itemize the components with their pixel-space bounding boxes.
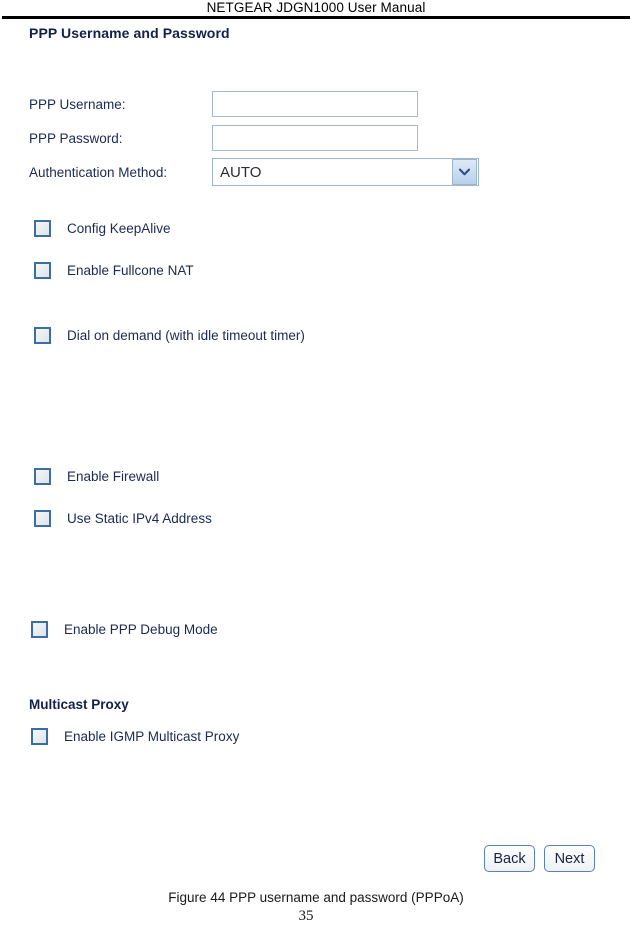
config-keepalive-checkbox[interactable] bbox=[34, 220, 51, 237]
multicast-proxy-group-title: Multicast Proxy bbox=[29, 697, 129, 712]
checkbox-row-config-keepalive[interactable]: Config KeepAlive bbox=[34, 220, 171, 237]
checkbox-row-enable-fullcone-nat[interactable]: Enable Fullcone NAT bbox=[34, 262, 194, 279]
back-button[interactable]: Back bbox=[484, 845, 535, 872]
ppp-password-label: PPP Password: bbox=[29, 130, 123, 146]
enable-fullcone-nat-checkbox[interactable] bbox=[34, 262, 51, 279]
chevron-down-icon[interactable] bbox=[452, 159, 477, 185]
checkbox-row-enable-firewall[interactable]: Enable Firewall bbox=[34, 468, 159, 485]
ppp-username-input[interactable] bbox=[212, 91, 418, 117]
ppp-username-label: PPP Username: bbox=[29, 96, 126, 112]
enable-igmp-multicast-proxy-checkbox[interactable] bbox=[31, 728, 48, 745]
checkbox-row-dial-on-demand[interactable]: Dial on demand (with idle timeout timer) bbox=[34, 327, 305, 344]
dial-on-demand-label: Dial on demand (with idle timeout timer) bbox=[67, 328, 305, 343]
figure-caption: Figure 44 PPP username and password (PPP… bbox=[168, 890, 464, 905]
use-static-ipv4-checkbox[interactable] bbox=[34, 510, 51, 527]
enable-fullcone-nat-label: Enable Fullcone NAT bbox=[67, 263, 194, 278]
next-button[interactable]: Next bbox=[544, 845, 595, 872]
ppp-password-input[interactable] bbox=[212, 125, 418, 151]
enable-firewall-label: Enable Firewall bbox=[67, 469, 160, 484]
router-config-screenshot: PPP Username and Password PPP Username: … bbox=[0, 0, 632, 885]
enable-ppp-debug-checkbox[interactable] bbox=[31, 621, 48, 638]
checkbox-row-enable-ppp-debug[interactable]: Enable PPP Debug Mode bbox=[31, 621, 218, 638]
config-keepalive-label: Config KeepAlive bbox=[67, 221, 171, 236]
page-title: PPP Username and Password bbox=[29, 25, 230, 41]
checkbox-row-use-static-ipv4[interactable]: Use Static IPv4 Address bbox=[34, 510, 212, 527]
field-row-auth-method: Authentication Method: AUTO bbox=[29, 158, 479, 186]
field-row-ppp-username: PPP Username: bbox=[29, 91, 418, 117]
auth-method-label: Authentication Method: bbox=[29, 164, 168, 180]
page-number: 35 bbox=[298, 908, 314, 924]
enable-firewall-checkbox[interactable] bbox=[34, 468, 51, 485]
use-static-ipv4-label: Use Static IPv4 Address bbox=[67, 511, 212, 526]
enable-igmp-multicast-proxy-label: Enable IGMP Multicast Proxy bbox=[64, 729, 240, 744]
dial-on-demand-checkbox[interactable] bbox=[34, 327, 51, 344]
auth-method-selected-value: AUTO bbox=[220, 163, 262, 181]
checkbox-row-enable-igmp-multicast-proxy[interactable]: Enable IGMP Multicast Proxy bbox=[31, 728, 239, 745]
field-row-ppp-password: PPP Password: bbox=[29, 125, 418, 151]
form-action-buttons: Back Next bbox=[484, 845, 595, 872]
enable-ppp-debug-label: Enable PPP Debug Mode bbox=[64, 622, 218, 637]
auth-method-select[interactable]: AUTO bbox=[212, 158, 479, 186]
